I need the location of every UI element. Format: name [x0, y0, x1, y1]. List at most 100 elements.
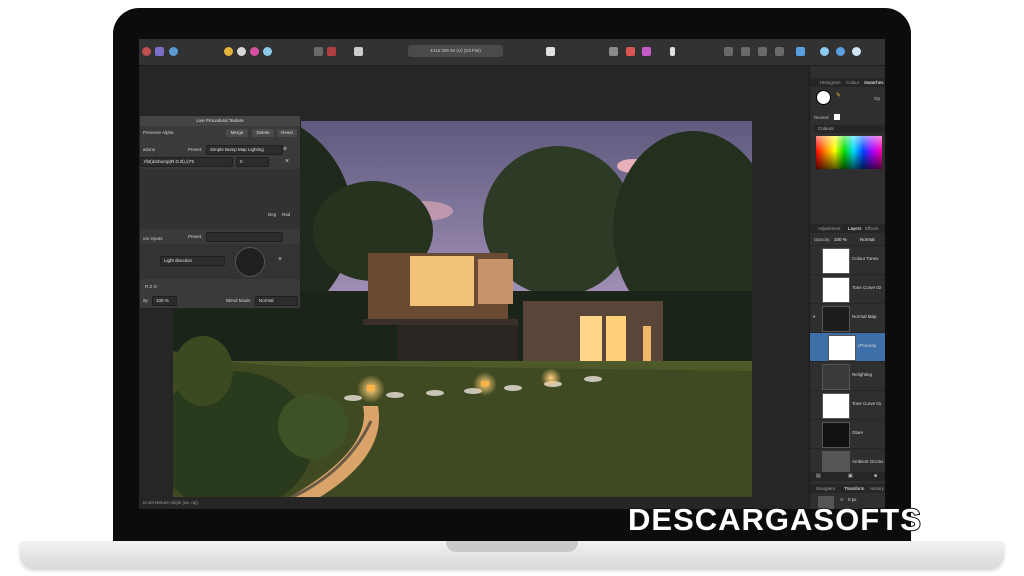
inputs-preset-dropdown[interactable]	[206, 232, 283, 242]
tab-colour[interactable]: Colour	[846, 78, 859, 87]
layer-opacity-label: Opacity:	[814, 237, 831, 242]
layer-name: (Procedu	[858, 343, 877, 348]
trash-icon[interactable]: ■	[874, 473, 877, 479]
deg-toggle[interactable]: Deg	[268, 212, 276, 217]
layer-row[interactable]: Tone Curve 02	[810, 274, 885, 303]
recent-swatch[interactable]	[834, 114, 840, 120]
primary-color-well[interactable]	[816, 90, 831, 105]
assistant-icon[interactable]	[820, 47, 829, 56]
arrange-icon[interactable]	[724, 47, 733, 56]
layer-opacity-value[interactable]: 100 %	[834, 237, 847, 242]
eyedropper-icon[interactable]: ✎	[836, 92, 841, 99]
equations-label: ations	[143, 147, 156, 152]
layer-name: Relighting	[852, 372, 873, 377]
layer-row[interactable]: Glare	[810, 419, 885, 448]
tab-layers[interactable]: Layers	[848, 224, 862, 233]
equation-input[interactable]: rfst(darbump(R.G.B),v)*5	[140, 157, 233, 167]
layer-thumbnail	[822, 393, 850, 419]
layer-row-selected[interactable]: (Procedu	[810, 332, 885, 361]
preset-menu-icon[interactable]: ⚙	[283, 146, 287, 152]
delete-button[interactable]: Delete	[252, 129, 274, 137]
tab-transform[interactable]: Transform	[844, 484, 864, 493]
quick-mask-icon[interactable]	[642, 47, 651, 56]
layer-thumbnail	[822, 248, 850, 274]
layer-row[interactable]: Tone Curve 01	[810, 390, 885, 419]
remove-input-icon[interactable]: ×	[278, 256, 282, 263]
share-icon[interactable]	[169, 47, 178, 56]
grid-icon[interactable]	[314, 47, 323, 56]
tab-histogram[interactable]: Histogram	[820, 78, 841, 87]
channel-toggles[interactable]: R Z G	[145, 284, 157, 289]
layer-thumbnail	[822, 451, 850, 473]
auto-colors-icon[interactable]	[250, 47, 259, 56]
equation-value-field[interactable]: 0	[236, 157, 269, 167]
rad-toggle[interactable]: Rad	[282, 212, 290, 217]
custom-inputs-label: om inputs	[143, 236, 163, 241]
brush-icon[interactable]	[626, 47, 635, 56]
panel-title[interactable]: Live Procedural Texture	[140, 116, 300, 126]
layer-blend-dropdown[interactable]: Normal	[860, 237, 875, 242]
watermark: DESCARGASOFTS	[627, 501, 922, 538]
layer-name: Tone Curve 01	[852, 401, 882, 406]
inputs-preset-label: Preset:	[188, 234, 203, 239]
tab-history[interactable]: History	[870, 484, 884, 493]
opacity-label: ity:	[143, 298, 149, 303]
layer-row[interactable]: ▾ Normal Map	[810, 303, 885, 332]
auto-contrast-icon[interactable]	[237, 47, 246, 56]
layer-thumbnail	[822, 364, 850, 390]
equation-editor-area[interactable]	[140, 169, 300, 229]
reset-button[interactable]: Reset	[277, 129, 297, 137]
insert-icon[interactable]	[758, 47, 767, 56]
add-layer-icon[interactable]: ▣	[848, 473, 853, 479]
preset-dropdown[interactable]: Simple Bump Map Lighting	[206, 145, 283, 155]
view-icon[interactable]	[836, 47, 845, 56]
procedural-texture-panel: Live Procedural Texture Preserve Alpha M…	[139, 115, 301, 309]
light-direction-input[interactable]: Light direction	[160, 256, 225, 266]
layer-actions-icon[interactable]: ▤	[816, 473, 821, 479]
tab-swatches[interactable]: Swatches	[864, 78, 884, 87]
opacity-short-label: Op	[874, 96, 881, 101]
layer-thumbnail	[828, 335, 856, 361]
transform-panel-tabs: Navigator Transform History	[810, 484, 885, 493]
snapping-icon[interactable]	[327, 47, 336, 56]
light-direction-dial[interactable]	[235, 247, 265, 277]
persona-photo-icon[interactable]	[142, 47, 151, 56]
settings-icon[interactable]	[852, 47, 861, 56]
tab-adjustment[interactable]: Adjustment	[818, 224, 841, 233]
palette-dropdown[interactable]: Colours	[814, 125, 885, 133]
selection-icon[interactable]	[609, 47, 618, 56]
layer-row[interactable]: Relighting	[810, 361, 885, 390]
top-toolbar: 4416 006 50 (U) (Dil.Flat)	[139, 39, 885, 66]
expand-arrow-icon[interactable]: ▾	[813, 314, 815, 320]
laptop-notch	[446, 541, 578, 552]
layer-row[interactable]: Ambient Occlus	[810, 448, 885, 473]
layer-thumbnail	[822, 277, 850, 303]
persona-liquify-icon[interactable]	[155, 47, 164, 56]
studio-icon[interactable]	[796, 47, 805, 56]
layer-name: Normal Map	[852, 314, 877, 319]
tab-effects[interactable]: Effects	[865, 224, 879, 233]
view-mode-icon[interactable]	[546, 47, 555, 56]
remove-equation-icon[interactable]: ×	[285, 158, 289, 165]
layer-name: Colour Tones	[852, 256, 879, 261]
flip-icon[interactable]	[775, 47, 784, 56]
swatch-grid[interactable]	[816, 136, 882, 169]
mask-icon[interactable]	[354, 47, 363, 56]
preset-label: Preset:	[188, 147, 203, 152]
layer-actions-bar: ▤ ▣ ■	[810, 472, 885, 481]
blend-mode-dropdown[interactable]: Normal	[255, 296, 298, 306]
auto-levels-icon[interactable]	[224, 47, 233, 56]
layer-row[interactable]: Colour Tones	[810, 245, 885, 274]
order-icon[interactable]	[741, 47, 750, 56]
merge-button[interactable]: Merge	[226, 129, 248, 137]
alignment-icon[interactable]	[670, 47, 675, 56]
screen: 4416 006 50 (U) (Dil.Flat) Live Procedur…	[139, 39, 885, 509]
document-title[interactable]: 4416 006 50 (U) (Dil.Flat)	[408, 45, 503, 57]
layer-name: Glare	[852, 430, 864, 435]
tab-navigator[interactable]: Navigator	[816, 484, 835, 493]
blend-mode-label: Blend Mode:	[226, 298, 252, 303]
auto-white-balance-icon[interactable]	[263, 47, 272, 56]
opacity-field[interactable]: 100 %	[152, 296, 177, 306]
color-panel-tabs: Histogram Colour Swatches	[810, 78, 885, 87]
preserve-alpha-checkbox[interactable]: Preserve Alpha	[143, 130, 174, 135]
